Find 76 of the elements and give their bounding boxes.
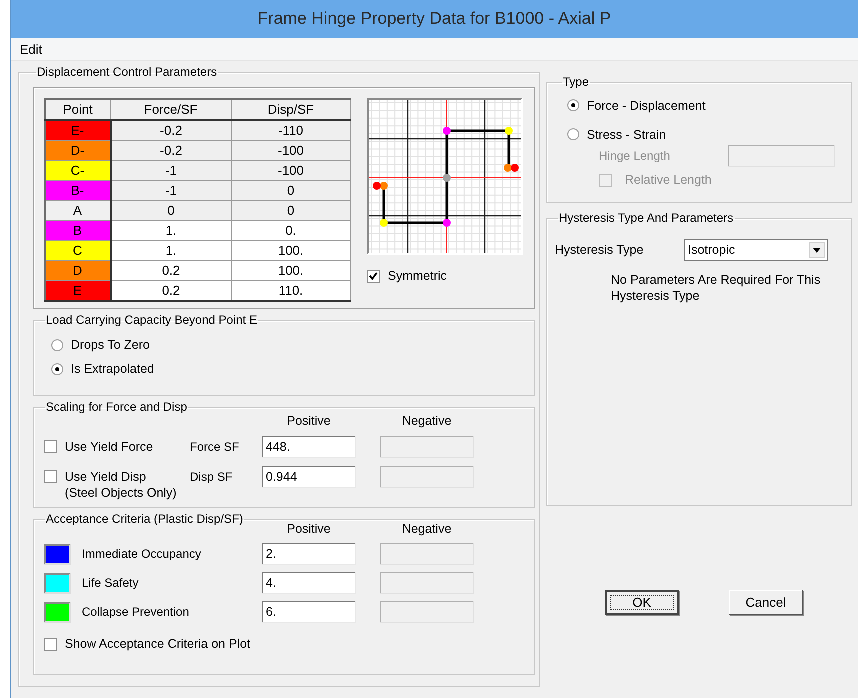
group-title: Hysteresis Type And Parameters	[559, 211, 734, 225]
checkbox-label: Use Yield Disp	[65, 469, 148, 485]
point-cell: E	[45, 280, 110, 301]
field-label: Hinge Length	[599, 149, 670, 163]
radio-button[interactable]	[567, 99, 580, 112]
field-label: Force SF	[190, 440, 240, 454]
column-header: Positive	[286, 414, 332, 428]
checkbox[interactable]	[44, 638, 57, 650]
table-cell[interactable]: 100.	[232, 240, 350, 260]
group-title: Scaling for Force and Disp	[46, 400, 188, 414]
input-field[interactable]: 2.	[262, 543, 356, 565]
radio-label: Force - Displacement	[587, 98, 706, 112]
column-header: Point	[45, 99, 110, 120]
hysteresis-note: No Parameters Are Required For This Hysteresis Type	[610, 272, 822, 304]
menu-item[interactable]: Edit	[20, 42, 42, 56]
input-field[interactable]: 6.	[262, 601, 356, 623]
column-header: Negative	[401, 522, 453, 536]
point-cell: D-	[45, 140, 110, 160]
radio-button[interactable]	[51, 362, 64, 376]
dropdown-arrow-icon	[813, 248, 821, 252]
curve-point	[443, 174, 451, 182]
table-cell[interactable]: 1.	[110, 240, 232, 260]
checkbox[interactable]	[44, 440, 57, 453]
radio-label: Stress - Strain	[587, 128, 666, 142]
point-cell: D	[45, 260, 110, 280]
input-field[interactable]: 0.944	[262, 466, 356, 488]
curve-point	[443, 127, 451, 135]
column-header: Disp/SF	[232, 99, 350, 120]
group-title: Load Carrying Capacity Beyond Point E	[46, 313, 258, 327]
checkbox-label: Show Acceptance Criteria on Plot	[65, 637, 251, 651]
column-header: Positive	[286, 522, 332, 536]
checkbox[interactable]	[44, 470, 57, 483]
radio-button[interactable]	[567, 128, 580, 141]
checkbox[interactable]	[367, 270, 380, 282]
point-cell: B-	[45, 180, 110, 200]
color-swatch[interactable]	[44, 544, 71, 564]
criteria-label: Immediate Occupancy	[82, 547, 202, 561]
cancel-button[interactable]: Cancel	[729, 590, 803, 615]
column-header: Negative	[401, 414, 453, 428]
radio-label: Is Extrapolated	[71, 362, 154, 376]
group-title: Displacement Control Parameters	[37, 65, 218, 79]
checkbox-label: Symmetric	[388, 269, 448, 283]
dropdown-value: Isotropic	[688, 243, 736, 257]
table-cell[interactable]: 0.2	[110, 260, 232, 280]
hysteresis-dropdown[interactable]: Isotropic	[684, 239, 828, 261]
group-title: Acceptance Criteria (Plastic Disp/SF)	[46, 512, 244, 526]
field-label: Disp SF	[190, 470, 234, 484]
checkbox-label: Relative Length	[625, 173, 712, 187]
point-cell: E-	[45, 120, 110, 140]
checkbox-label: Use Yield Force	[65, 439, 154, 455]
point-cell: C-	[45, 160, 110, 180]
checkbox-note: (Steel Objects Only)	[65, 485, 177, 501]
point-cell: A	[45, 200, 110, 220]
curve-point	[505, 127, 513, 135]
column-header: Force/SF	[110, 99, 232, 120]
table-cell[interactable]: 0.	[232, 220, 350, 240]
table-cell[interactable]: 0.2	[110, 280, 232, 301]
group-title: Type	[563, 75, 590, 89]
curve-point	[380, 219, 388, 227]
color-swatch[interactable]	[44, 572, 71, 594]
window-title: Frame Hinge Property Data for B1000 - Axial P	[258, 9, 612, 29]
criteria-label: Life Safety	[82, 576, 140, 590]
point-cell: B	[45, 220, 110, 240]
ok-button[interactable]: OK	[605, 590, 679, 615]
table-cell[interactable]: 100.	[232, 260, 350, 280]
radio-label: Drops To Zero	[71, 338, 150, 352]
criteria-label: Collapse Prevention	[82, 605, 190, 619]
point-cell: C	[45, 240, 110, 260]
radio-button[interactable]	[51, 338, 64, 352]
table-cell[interactable]: 1.	[110, 220, 232, 240]
input-field[interactable]: 448.	[262, 436, 356, 458]
color-swatch[interactable]	[44, 602, 71, 622]
table-cell[interactable]: 110.	[232, 280, 350, 301]
input-field[interactable]: 4.	[262, 572, 356, 594]
curve-point	[443, 219, 451, 227]
field-label: Hysteresis Type	[555, 243, 645, 257]
